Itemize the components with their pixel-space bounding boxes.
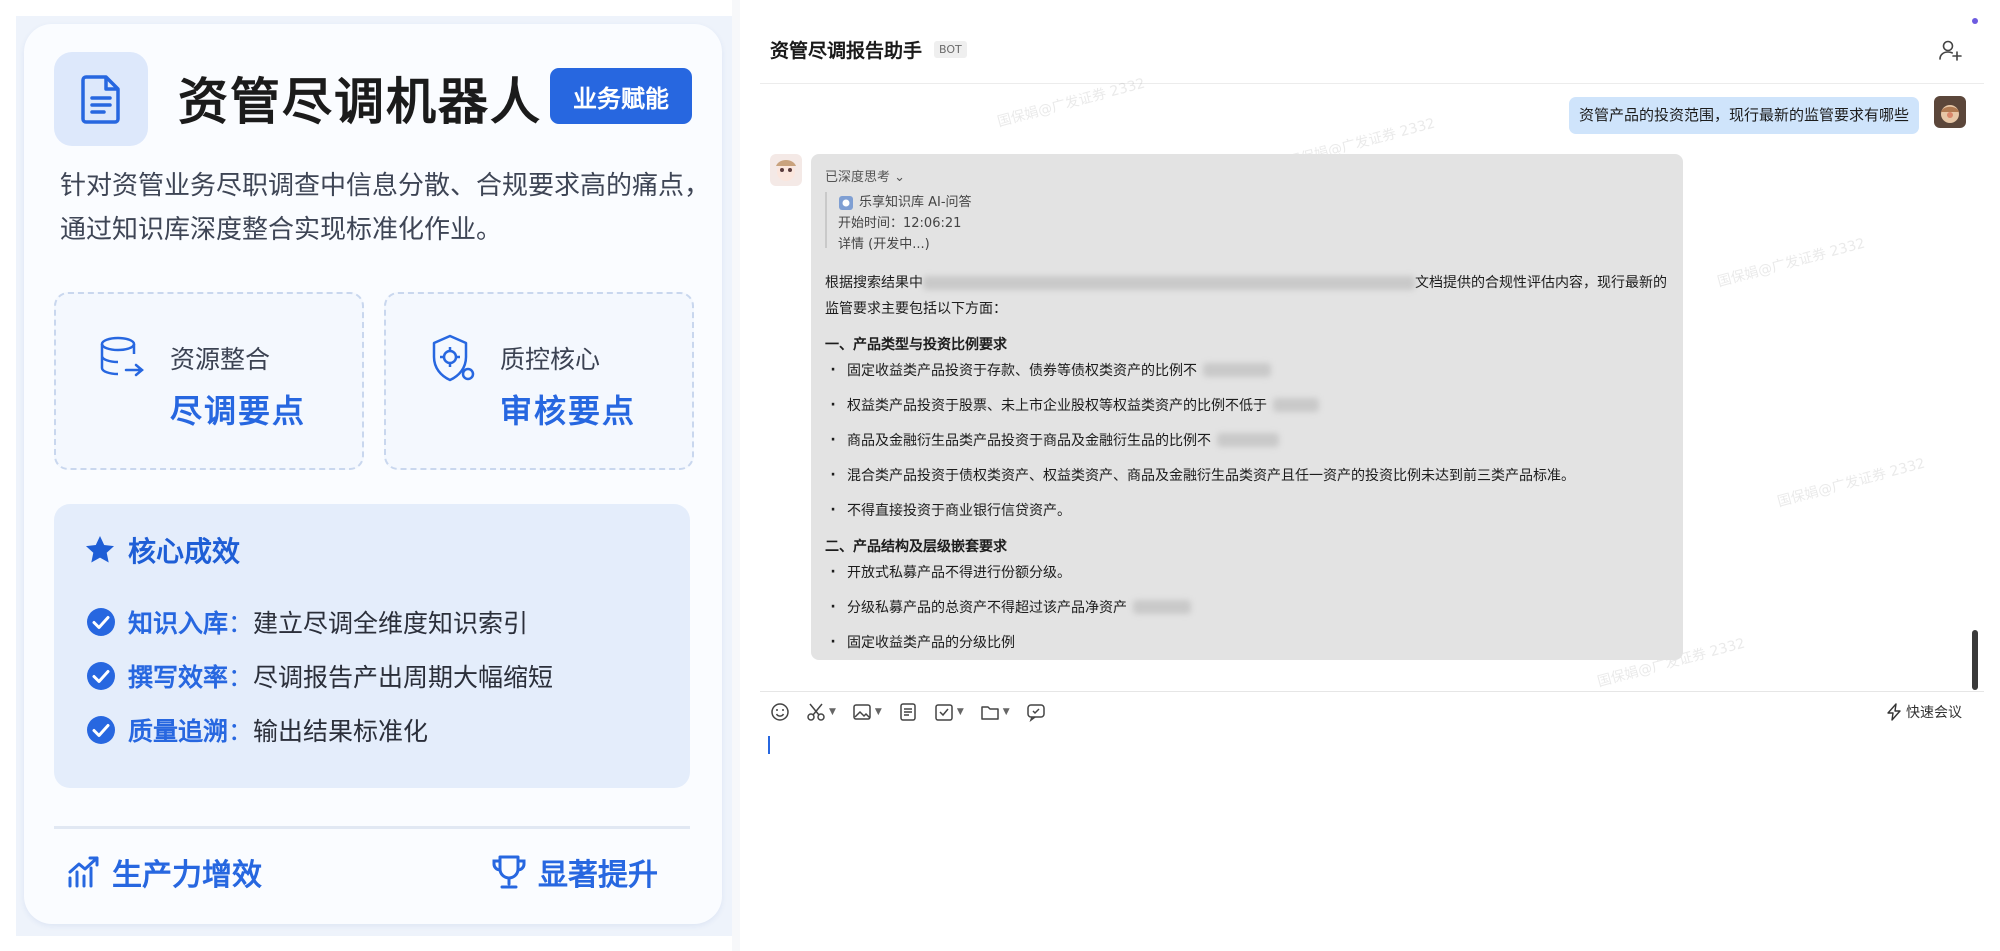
header-divider bbox=[760, 83, 1984, 84]
document-logo-icon bbox=[54, 52, 148, 146]
trophy-icon bbox=[492, 855, 526, 889]
effect-item: 撰写效率：尽调报告产出周期大幅缩短 bbox=[86, 658, 553, 694]
quick-meeting-label: 快速会议 bbox=[1906, 705, 1962, 721]
add-member-icon[interactable] bbox=[1938, 38, 1962, 62]
image-button[interactable]: ▼ bbox=[852, 702, 882, 722]
tool-start-time: 开始时间：12:06:21 bbox=[838, 216, 962, 231]
redacted-text bbox=[1203, 363, 1271, 377]
watermark: 国保娟@广发证券 2332 bbox=[1775, 455, 1927, 511]
status-dot bbox=[1972, 18, 1978, 24]
panel-divider bbox=[732, 0, 740, 951]
footer-right-label: 显著提升 bbox=[538, 858, 658, 893]
star-icon bbox=[86, 536, 114, 563]
tool-name: 乐享知识库 AI-问答 bbox=[859, 195, 972, 210]
list-item: · 不得直接投资于商业银行信贷资产。 bbox=[830, 502, 1071, 519]
quick-meeting-button[interactable]: 快速会议 bbox=[1886, 702, 1962, 722]
redacted-text bbox=[1217, 433, 1279, 447]
effects-title: 核心成效 bbox=[128, 535, 241, 568]
thinking-toggle[interactable]: 已深度思考 ⌄ bbox=[825, 166, 905, 185]
trend-up-icon bbox=[68, 856, 99, 888]
doc-icon[interactable] bbox=[898, 702, 918, 722]
task-icon bbox=[935, 704, 953, 721]
watermark: 国保娟@广发证券 2332 bbox=[995, 75, 1147, 131]
list-item: · 分级私募产品的总资产不得超过该产品净资产 bbox=[825, 597, 1191, 617]
task-button[interactable]: ▼ bbox=[934, 702, 964, 722]
list-item: · 开放式私募产品不得进行份额分级。 bbox=[830, 564, 1071, 581]
footer-divider bbox=[54, 826, 690, 829]
compose-toolbar: ▼ ▼ ▼ ▼ bbox=[770, 702, 1046, 722]
footer-productivity: 生产力增效 bbox=[66, 850, 262, 894]
reply-intro: 根据搜索结果中 文档提供的合规性评估内容，现行最新的监管要求主要包括以下方面： bbox=[825, 270, 1675, 322]
tool-row: 乐享知识库 AI-问答 bbox=[838, 192, 972, 213]
thinking-label: 已深度思考 bbox=[825, 170, 891, 185]
watermark: 国保娟@广发证券 2332 bbox=[1715, 235, 1867, 291]
page-title: 资管尽调机器人 bbox=[178, 73, 542, 131]
folder-button[interactable]: ▼ bbox=[980, 702, 1010, 722]
bot-avatar[interactable] bbox=[770, 154, 802, 186]
tile-value: 审核要点 bbox=[500, 392, 637, 430]
check-circle-icon bbox=[87, 608, 115, 636]
image-icon bbox=[853, 704, 871, 720]
footer-improvement: 显著提升 bbox=[490, 850, 658, 894]
promo-panel: 资管尽调机器人 业务赋能 针对资管业务尽职调查中信息分散、合规要求高的痛点，通过… bbox=[16, 16, 732, 936]
intro-prefix: 根据搜索结果中 bbox=[825, 275, 923, 291]
list-item: · 权益类产品投资于股票、未上市企业股权等权益类资产的比例不低于 bbox=[825, 395, 1319, 415]
list-item: · 固定收益类产品投资于存款、债券等债权类资产的比例不 bbox=[825, 360, 1271, 380]
chevron-down-icon: ⌄ bbox=[894, 170, 906, 185]
chat-icon[interactable] bbox=[1026, 702, 1046, 722]
effect-value: 输出结果标准化 bbox=[253, 717, 429, 746]
core-effects-box: 核心成效 知识入库：建立尽调全维度知识索引 撰写效率：尽调报告产出周期大幅缩短 … bbox=[54, 504, 690, 788]
effect-key: 撰写效率 bbox=[128, 663, 229, 692]
chat-window: 资管尽调报告助手 BOT 国保娟@广发证券 2332 国保娟@广发证券 2332… bbox=[740, 0, 2000, 951]
database-icon bbox=[100, 336, 144, 377]
tile-quality: 质控核心 审核要点 bbox=[384, 292, 694, 470]
effect-value: 尽调报告产出周期大幅缩短 bbox=[253, 663, 554, 692]
check-circle-icon bbox=[87, 662, 115, 690]
footer-left-label: 生产力增效 bbox=[112, 858, 262, 893]
effect-value: 建立尽调全维度知识索引 bbox=[253, 609, 529, 638]
redacted-text bbox=[1273, 398, 1319, 412]
bot-tag: BOT bbox=[934, 41, 967, 58]
scissors-icon bbox=[807, 703, 825, 721]
effect-item: 质量追溯：输出结果标准化 bbox=[86, 712, 428, 748]
compose-divider bbox=[760, 691, 1984, 692]
screenshot-button[interactable]: ▼ bbox=[806, 702, 836, 722]
bot-reply-bubble: 已深度思考 ⌄ 乐享知识库 AI-问答 开始时间：12:06:21 详情 (开发… bbox=[811, 154, 1683, 660]
business-badge[interactable]: 业务赋能 bbox=[550, 68, 692, 124]
tool-call-block: 乐享知识库 AI-问答 开始时间：12:06:21 详情 (开发中...) bbox=[825, 192, 972, 252]
effects-header: 核心成效 bbox=[84, 530, 240, 570]
chat-title: 资管尽调报告助手 bbox=[770, 40, 923, 62]
lightning-icon bbox=[1887, 703, 1901, 721]
list-item: · 商品及金融衍生品类产品投资于商品及金融衍生品的比例不 bbox=[825, 430, 1279, 450]
effect-item: 知识入库：建立尽调全维度知识索引 bbox=[86, 604, 528, 640]
tile-label: 质控核心 bbox=[500, 345, 601, 374]
tool-details-link[interactable]: 详情 (开发中...) bbox=[838, 234, 972, 255]
promo-card: 资管尽调机器人 业务赋能 针对资管业务尽职调查中信息分散、合规要求高的痛点，通过… bbox=[24, 24, 722, 924]
message-input[interactable] bbox=[768, 736, 770, 754]
list-item: · 固定收益类产品的分级比例 bbox=[830, 634, 1015, 651]
folder-icon bbox=[981, 706, 999, 720]
redacted-text bbox=[1133, 600, 1191, 614]
effect-key: 质量追溯 bbox=[128, 717, 229, 746]
tile-resource: 资源整合 尽调要点 bbox=[54, 292, 364, 470]
redacted-text bbox=[923, 276, 1415, 290]
knowledge-base-icon bbox=[839, 195, 853, 210]
section-title: 二、产品结构及层级嵌套要求 bbox=[825, 539, 1007, 555]
effect-key: 知识入库 bbox=[128, 609, 229, 638]
user-avatar[interactable] bbox=[1934, 96, 1966, 128]
check-circle-icon bbox=[87, 716, 115, 744]
list-item: · 混合类产品投资于债权类资产、权益类资产、商品及金融衍生品类资产且任一资产的投资… bbox=[830, 467, 1575, 484]
tile-label: 资源整合 bbox=[170, 345, 271, 374]
user-message[interactable]: 资管产品的投资范围，现行最新的监管要求有哪些 bbox=[1569, 97, 1919, 134]
tile-value: 尽调要点 bbox=[170, 392, 307, 430]
gear-shield-icon bbox=[432, 334, 475, 382]
scrollbar[interactable] bbox=[1972, 630, 1978, 690]
emoji-icon[interactable] bbox=[770, 702, 790, 722]
description-text: 针对资管业务尽职调查中信息分散、合规要求高的痛点，通过知识库深度整合实现标准化作… bbox=[60, 171, 711, 245]
section-title: 一、产品类型与投资比例要求 bbox=[825, 337, 1007, 353]
